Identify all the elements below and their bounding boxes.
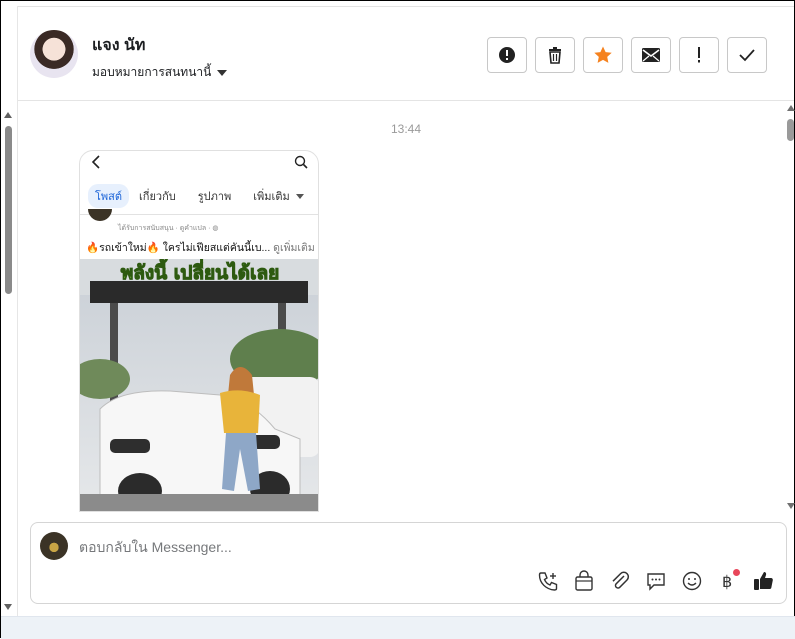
shopping-bag-icon (575, 570, 593, 591)
tab-more: เพิ่มเติม (253, 191, 290, 203)
back-arrow-icon (91, 155, 100, 169)
app-window: แจง นัท มอบหมายการสนทนานี้ 13:44 โพสต์ เ… (0, 0, 795, 639)
screenshot-divider (80, 214, 318, 215)
thread-scrollbar[interactable] (786, 101, 795, 513)
chat-bubble-icon (647, 573, 665, 591)
trash-icon (549, 47, 561, 64)
star-icon (594, 46, 612, 63)
screenshot-topbar (80, 151, 318, 175)
notification-dot (733, 569, 740, 576)
done-button[interactable] (727, 37, 767, 73)
call-button[interactable] (536, 569, 560, 593)
globe-icon: ◍ (212, 225, 219, 232)
like-button[interactable] (752, 569, 776, 593)
chevron-down-icon (217, 69, 228, 76)
car-photo-image: พลังนี้ เปลี่ยนได้เลย (80, 259, 318, 511)
envelope-icon (642, 48, 660, 62)
chevron-down-icon (295, 193, 304, 199)
reply-composer[interactable]: ตอบกลับใน Messenger... ฿ (30, 522, 787, 604)
search-icon (294, 155, 308, 169)
post-caption: 🔥รถเข้าใหม่🔥 ใครไม่เฟียสแต่คันนี้เบ... ด… (86, 239, 315, 256)
paperclip-icon (612, 571, 630, 589)
flag-button[interactable] (679, 37, 719, 73)
header-actions (487, 37, 767, 73)
saved-replies-button[interactable] (644, 569, 668, 593)
message-thread[interactable]: 13:44 โพสต์ เกี่ยวกับ รูปภาพ เพิ่มเติม ไ… (18, 101, 786, 513)
shared-screenshot-attachment[interactable]: โพสต์ เกี่ยวกับ รูปภาพ เพิ่มเติม ได้รับก… (79, 150, 319, 512)
message-timestamp: 13:44 (390, 122, 422, 136)
see-more-link: ดูเพิ่มเติม (273, 242, 315, 254)
reply-input[interactable]: ตอบกลับใน Messenger... (79, 537, 232, 559)
page-avatar (88, 209, 112, 221)
call-plus-icon (538, 572, 558, 591)
assign-label: มอบหมายการสนทนานี้ (92, 65, 212, 79)
payment-button[interactable]: ฿ (716, 569, 740, 593)
post-caption-text: 🔥รถเข้าใหม่🔥 ใครไม่เฟียสแต่คันนี้เบ... (86, 242, 271, 254)
conversation-header: แจง นัท มอบหมายการสนทนานี้ (18, 7, 794, 101)
scroll-thumb[interactable] (787, 119, 794, 141)
shop-button[interactable] (572, 569, 596, 593)
scroll-down-arrow-icon[interactable] (787, 503, 795, 509)
check-icon (739, 49, 755, 62)
post-meta: ได้รับการสนับสนุน · ดูคำแปล · ◍ (118, 223, 219, 234)
tab-photos: รูปภาพ (197, 191, 232, 203)
tab-about: เกี่ยวกับ (139, 191, 176, 203)
report-button[interactable] (487, 37, 527, 73)
tab-posts: โพสต์ (88, 184, 130, 208)
banner-text: พลังนี้ เปลี่ยนได้เลย (121, 259, 280, 284)
alert-circle-icon (499, 47, 515, 63)
composer-tools: ฿ (536, 569, 776, 593)
mark-unread-button[interactable] (631, 37, 671, 73)
post-meta-text: ได้รับการสนับสนุน · ดูคำแปล · (118, 225, 213, 232)
window-bottom-strip (1, 616, 795, 639)
smiley-icon (682, 571, 702, 591)
page-avatar (40, 532, 68, 560)
thumbs-up-icon (754, 572, 773, 590)
scroll-thumb[interactable] (5, 126, 12, 294)
scroll-down-arrow-icon[interactable] (4, 604, 12, 610)
delete-button[interactable] (535, 37, 575, 73)
contact-name[interactable]: แจง นัท (92, 33, 145, 58)
exclamation-icon (698, 47, 700, 63)
svg-text:฿: ฿ (722, 572, 732, 591)
emoji-button[interactable] (680, 569, 704, 593)
scroll-up-arrow-icon[interactable] (4, 112, 12, 118)
star-button[interactable] (583, 37, 623, 73)
attach-button[interactable] (608, 569, 632, 593)
assign-conversation-dropdown[interactable]: มอบหมายการสนทนานี้ (92, 63, 228, 82)
screenshot-tabs: โพสต์ เกี่ยวกับ รูปภาพ เพิ่มเติม (80, 181, 318, 211)
post-photo: พลังนี้ เปลี่ยนได้เลย (80, 259, 318, 511)
outer-scrollbar[interactable] (1, 106, 15, 616)
contact-avatar[interactable] (30, 30, 78, 78)
scroll-up-arrow-icon[interactable] (787, 105, 795, 111)
